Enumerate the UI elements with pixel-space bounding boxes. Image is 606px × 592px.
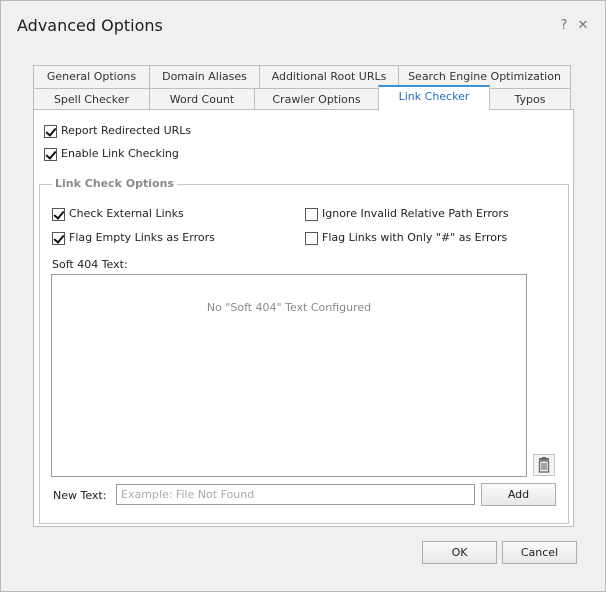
enable-link-checking-label[interactable]: Enable Link Checking: [61, 147, 179, 160]
dialog-title: Advanced Options: [17, 16, 163, 35]
new-text-label: New Text:: [53, 489, 107, 502]
flag-empty-links-checkbox[interactable]: [52, 232, 65, 245]
link-checker-panel: Report Redirected URLs Enable Link Check…: [33, 109, 574, 527]
soft404-label: Soft 404 Text:: [52, 258, 128, 271]
ignore-invalid-path-checkbox[interactable]: [305, 208, 318, 221]
add-button[interactable]: Add: [481, 483, 556, 506]
close-icon[interactable]: ✕: [576, 18, 590, 34]
tab-crawler-options[interactable]: Crawler Options: [254, 88, 379, 111]
tab-general-options[interactable]: General Options: [33, 65, 150, 88]
help-icon[interactable]: ?: [557, 18, 571, 34]
tab-domain-aliases[interactable]: Domain Aliases: [149, 65, 260, 88]
ignore-invalid-path-label[interactable]: Ignore Invalid Relative Path Errors: [322, 207, 509, 220]
tab-link-checker[interactable]: Link Checker: [378, 85, 490, 110]
cancel-button[interactable]: Cancel: [502, 541, 577, 564]
check-external-links-checkbox[interactable]: [52, 208, 65, 221]
report-redirected-label[interactable]: Report Redirected URLs: [61, 124, 191, 137]
title-bar: Advanced Options ? ✕: [1, 1, 605, 53]
trash-icon: [538, 457, 550, 473]
flag-hash-links-checkbox[interactable]: [305, 232, 318, 245]
advanced-options-dialog: Advanced Options ? ✕ General Options Dom…: [0, 0, 606, 592]
soft404-listbox[interactable]: No "Soft 404" Text Configured: [51, 274, 527, 477]
tab-spell-checker[interactable]: Spell Checker: [33, 88, 150, 111]
flag-hash-links-label[interactable]: Flag Links with Only "#" as Errors: [322, 231, 507, 244]
group-title: Link Check Options: [52, 177, 177, 190]
tab-typos[interactable]: Typos: [489, 88, 571, 111]
check-external-links-label[interactable]: Check External Links: [69, 207, 184, 220]
new-text-input[interactable]: [116, 484, 475, 505]
delete-soft404-button[interactable]: [533, 454, 555, 476]
enable-link-checking-checkbox[interactable]: [44, 148, 57, 161]
flag-empty-links-label[interactable]: Flag Empty Links as Errors: [69, 231, 215, 244]
tab-word-count[interactable]: Word Count: [149, 88, 255, 111]
ok-button[interactable]: OK: [422, 541, 497, 564]
report-redirected-checkbox[interactable]: [44, 125, 57, 138]
soft404-empty-message: No "Soft 404" Text Configured: [206, 301, 372, 314]
